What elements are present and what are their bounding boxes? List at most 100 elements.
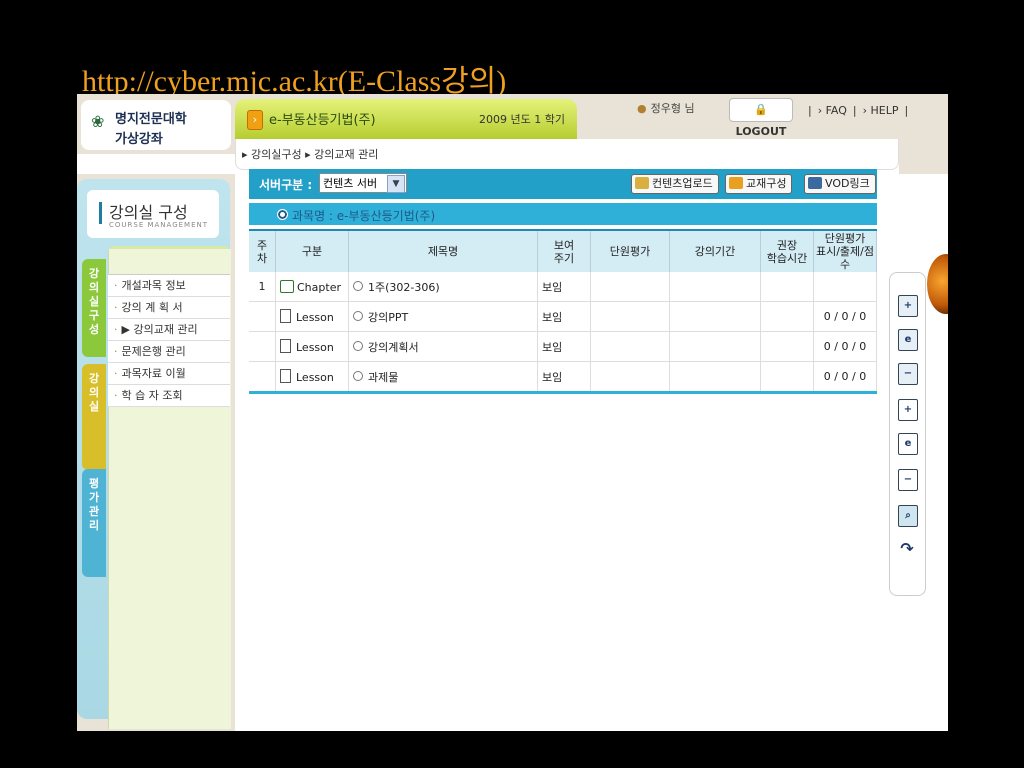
cell-period xyxy=(669,272,761,302)
cell-title[interactable]: 1주(302-306) xyxy=(348,272,538,302)
cell-score xyxy=(813,272,877,302)
faq-link[interactable]: › FAQ xyxy=(818,104,847,117)
sidebar-title-box: 강의실 구성 COURSE MANAGEMENT xyxy=(87,190,219,238)
col-type: 구분 xyxy=(275,230,349,272)
course-tab[interactable]: › e-부동산등기법(주) 2009 년도 1 학기 xyxy=(235,99,577,139)
cell-type: Chapter xyxy=(275,272,349,302)
cell-score: 0 / 0 / 0 xyxy=(813,331,877,362)
server-selected: 컨텐츠 서버 xyxy=(323,177,378,190)
table-row[interactable]: Lesson 강의계획서 보임 0 / 0 / 0 xyxy=(249,331,877,362)
col-unit-eval: 단원평가 xyxy=(590,230,670,272)
sidebar-subtitle: COURSE MANAGEMENT xyxy=(109,221,209,229)
table-row[interactable]: Lesson 과제물 보임 0 / 0 / 0 xyxy=(249,361,877,394)
help-link[interactable]: › HELP xyxy=(863,104,899,117)
course-arrow-icon: › xyxy=(247,110,263,130)
folder-remove-icon[interactable]: − xyxy=(898,363,918,385)
header-links: | › FAQ | › HELP | xyxy=(808,104,909,117)
preview-icon[interactable]: ⌕ xyxy=(898,505,918,527)
video-icon xyxy=(808,177,822,189)
semester: 2009 년도 1 학기 xyxy=(479,113,565,126)
cell-title[interactable]: 과제물 xyxy=(348,361,538,394)
refresh-icon[interactable]: ↷ xyxy=(898,539,916,559)
cell-week xyxy=(249,331,276,362)
logout-label: LOGOUT xyxy=(735,125,787,138)
college-logo[interactable]: ❀ 명지전문대학 가상강좌 xyxy=(81,100,231,150)
sidebar-item-data-transfer[interactable]: · 과목자료 이월 xyxy=(108,363,230,385)
folder-add-icon[interactable]: + xyxy=(898,295,918,317)
subject-bar: 과목명 : e-부동산등기법(주) xyxy=(249,203,877,225)
doc-add-icon[interactable]: + xyxy=(898,399,918,421)
doc-edit-icon[interactable]: e xyxy=(898,433,918,455)
table-row[interactable]: 1 Chapter 1주(302-306) 보임 xyxy=(249,272,877,302)
vtab-label: 강의실 xyxy=(88,372,100,413)
cell-title[interactable]: 강의계획서 xyxy=(348,331,538,362)
radio-icon[interactable] xyxy=(353,340,363,351)
subject-title: 과목명 : e-부동산등기법(주) xyxy=(277,207,435,224)
breadcrumb: ▸ 강의실구성 ▸ 강의교재 관리 xyxy=(242,148,379,161)
sidebar-item-material-manage[interactable]: · ▶ 강의교재 관리 xyxy=(108,319,230,341)
server-select[interactable]: 컨텐츠 서버 ▼ xyxy=(319,173,407,193)
cell-unit-eval xyxy=(590,272,670,302)
breadcrumb-bar: ▸ 강의실구성 ▸ 강의교재 관리 xyxy=(235,139,899,170)
vod-link-button[interactable]: VOD링크 xyxy=(804,174,876,194)
upload-icon xyxy=(635,177,649,189)
user-icon: ● xyxy=(637,102,647,115)
cell-period xyxy=(669,361,761,394)
folder-edit-icon[interactable]: e xyxy=(898,329,918,351)
doc-remove-icon[interactable]: − xyxy=(898,469,918,491)
vtab-classroom[interactable]: 강의실 xyxy=(82,364,106,470)
cell-type: Lesson xyxy=(275,301,349,332)
user-name: 정우형 님 xyxy=(650,102,695,115)
cell-rec-time xyxy=(760,272,814,302)
table-row[interactable]: Lesson 강의PPT 보임 0 / 0 / 0 xyxy=(249,301,877,332)
radio-icon[interactable] xyxy=(353,310,363,321)
server-bar: 서버구분 : 컨텐츠 서버 ▼ 컨텐츠업로드 교재구성 VOD링크 xyxy=(249,169,877,199)
book-icon xyxy=(729,177,743,189)
lesson-doc-icon xyxy=(280,339,291,353)
college-emblem-icon: ❀ xyxy=(91,112,105,131)
logout-button[interactable]: 🔒 LOGOUT xyxy=(729,98,793,138)
cell-period xyxy=(669,301,761,332)
vtab-evaluation[interactable]: 평가관리 xyxy=(82,469,106,577)
cell-rec-time xyxy=(760,331,814,362)
cell-rec-time xyxy=(760,361,814,394)
col-title: 제목명 xyxy=(348,230,538,272)
material-compose-button[interactable]: 교재구성 xyxy=(725,174,793,194)
user-info: ● 정우형 님 xyxy=(637,100,695,116)
cell-period xyxy=(669,331,761,362)
cell-show: 보임 xyxy=(537,331,591,362)
cell-unit-eval xyxy=(590,331,670,362)
col-week: 주차 xyxy=(249,230,276,272)
sidebar-item-question-bank[interactable]: · 문제은행 관리 xyxy=(108,341,230,363)
lesson-doc-icon xyxy=(280,369,291,383)
cell-type: Lesson xyxy=(275,361,349,394)
cell-score: 0 / 0 / 0 xyxy=(813,301,877,332)
cell-unit-eval xyxy=(590,361,670,394)
radio-icon[interactable] xyxy=(353,370,363,381)
vtab-course-setup[interactable]: 강의실구성 xyxy=(82,259,106,357)
cell-title[interactable]: 강의PPT xyxy=(348,301,538,332)
logo-line1: 명지전문대학 xyxy=(115,112,187,127)
course-name: e-부동산등기법(주) xyxy=(269,113,376,128)
chevron-down-icon: ▼ xyxy=(387,175,405,193)
bullet-icon: · xyxy=(114,323,118,336)
bullet-icon: · xyxy=(114,279,118,292)
cell-week: 1 xyxy=(249,272,276,302)
sidebar-item-syllabus[interactable]: · 강의 계 획 서 xyxy=(108,297,230,319)
lesson-doc-icon xyxy=(280,309,291,323)
title-bar-accent xyxy=(99,202,102,224)
cell-score: 0 / 0 / 0 xyxy=(813,361,877,394)
sidebar-item-course-info[interactable]: · 개설과목 정보 xyxy=(108,275,230,297)
cell-unit-eval xyxy=(590,301,670,332)
cell-week xyxy=(249,361,276,394)
chapter-book-icon xyxy=(280,279,294,293)
vtab-label: 평가관리 xyxy=(88,477,100,532)
content-upload-button[interactable]: 컨텐츠업로드 xyxy=(631,174,719,194)
subject-label: 과목명 : e-부동산등기법(주) xyxy=(292,209,436,223)
orange-orb-decoration xyxy=(927,254,948,314)
radio-icon[interactable] xyxy=(353,280,363,291)
sidebar-item-learner-search[interactable]: · 학 습 자 조회 xyxy=(108,385,230,407)
cell-show: 보임 xyxy=(537,272,591,302)
cell-week xyxy=(249,301,276,332)
tool-panel: + e − + e − ⌕ ↷ xyxy=(889,272,926,596)
